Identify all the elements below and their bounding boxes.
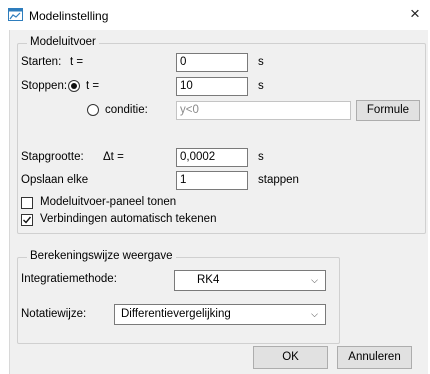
output-group-legend: Modeluitvoer [27, 36, 99, 48]
calc-group-legend: Berekeningswijze weergave [27, 250, 176, 262]
step-unit: s [258, 151, 264, 163]
stop-time-radio[interactable] [68, 80, 80, 92]
auto-connect-checkbox[interactable] [21, 214, 33, 226]
save-unit: stappen [258, 174, 299, 186]
save-label: Opslaan elke [21, 174, 89, 186]
stop-condition-label: conditie: [105, 104, 148, 116]
auto-connect-label: Verbindingen automatisch tekenen [40, 213, 217, 225]
notation-select-value: Differentievergelijking [121, 308, 231, 320]
notation-label: Notatiewijze: [21, 308, 87, 320]
ok-button[interactable]: OK [253, 346, 328, 369]
integration-select[interactable]: RK4 ⌵ [174, 270, 326, 291]
model-settings-icon [8, 8, 23, 21]
close-icon[interactable]: × [410, 5, 420, 23]
show-panel-label: Modeluitvoer-paneel tonen [40, 196, 177, 208]
window-title: Modelinstelling [29, 9, 109, 23]
step-label: Stapgrootte: [21, 151, 84, 163]
start-var-label: t = [70, 56, 84, 68]
show-panel-checkbox[interactable] [21, 197, 33, 209]
start-unit: s [258, 56, 264, 68]
chevron-down-icon: ⌵ [311, 275, 318, 285]
start-input[interactable]: 0 [176, 53, 248, 72]
cancel-button[interactable]: Annuleren [337, 346, 412, 369]
step-var-label: Δt = [103, 151, 124, 163]
title-bar: Modelinstelling × [0, 0, 430, 30]
save-input[interactable]: 1 [176, 171, 248, 190]
integration-label: Integratiemethode: [21, 273, 117, 285]
stop-unit: s [258, 80, 264, 92]
formula-button[interactable]: Formule [356, 100, 420, 121]
chevron-down-icon: ⌵ [311, 309, 318, 319]
start-label: Starten: [21, 56, 62, 68]
stop-input[interactable]: 10 [176, 77, 248, 96]
stop-condition-radio[interactable] [87, 104, 99, 116]
checkmark-icon [23, 216, 32, 224]
stop-label: Stoppen: [21, 80, 68, 92]
condition-input[interactable]: y<0 [176, 101, 351, 120]
step-input[interactable]: 0,0002 [176, 148, 248, 167]
stop-time-label: t = [86, 80, 100, 92]
integration-select-value: RK4 [197, 274, 220, 286]
notation-select[interactable]: Differentievergelijking ⌵ [114, 304, 326, 325]
